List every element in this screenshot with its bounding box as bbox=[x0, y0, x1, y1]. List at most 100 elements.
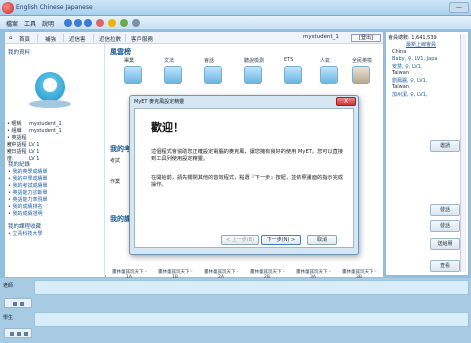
title-bar: English Chinese Japanese — bbox=[0, 0, 471, 16]
buddy-line: Taiwan bbox=[392, 70, 410, 76]
app-window: English Chinese Japanese — 檔案 工具 說明 ⌂ 首頁… bbox=[0, 0, 471, 343]
buddy-line[interactable]: 安慧, ♀, LV1, bbox=[392, 63, 422, 70]
mic-setup-dialog: MyET 麥克風設定精靈 X 歡迎！ 這個程式會協助您正確設定電腦的麥克風，讓您… bbox=[129, 95, 359, 255]
view-button[interactable]: 查看 bbox=[430, 260, 460, 272]
records-title: 我的紀錄 bbox=[8, 162, 31, 168]
test-row: 作業 bbox=[110, 179, 121, 185]
student-controls[interactable] bbox=[4, 328, 32, 338]
bottom-panel: 老師 學生 bbox=[0, 278, 471, 343]
profile-panel: 我的資料 • 暱稱 mystudent_1 • 組織 mystudent_1 • 英… bbox=[5, 44, 105, 277]
category-thumbnail[interactable] bbox=[124, 66, 142, 84]
talk-button[interactable]: 發話 bbox=[430, 204, 460, 216]
teacher-bar bbox=[34, 280, 469, 295]
records-link[interactable]: • 我的成績證明 bbox=[8, 210, 43, 217]
back-icon[interactable] bbox=[64, 19, 72, 27]
play-icon[interactable] bbox=[13, 302, 17, 306]
category-thumbnail[interactable] bbox=[320, 66, 338, 84]
dialog-body: 歡迎！ 這個程式會協助您正確設定電腦的麥克風，讓您擁有良好的使用 MyET。您可… bbox=[134, 108, 354, 248]
play-icon[interactable] bbox=[10, 332, 14, 336]
profile-field: • 暱稱 mystudent_1 bbox=[7, 121, 62, 127]
talk-button[interactable]: 發話 bbox=[430, 220, 460, 232]
teacher-controls[interactable] bbox=[4, 298, 32, 308]
minimize-button[interactable]: — bbox=[449, 2, 469, 13]
profile-field: • 組織 mystudent_1 bbox=[7, 128, 62, 134]
dialog-paragraph: 在開始前，請先關閉其他的音效程式，點選『下一步』按鈕，並依照畫面的指示完成操作。 bbox=[151, 175, 343, 188]
buddy-line[interactable]: 劉鳳麗, ♀, LV1, bbox=[392, 77, 427, 84]
records-link[interactable]: • 我的中學成績單 bbox=[8, 175, 48, 182]
sidebar-scrollbar[interactable] bbox=[460, 34, 466, 272]
home-icon[interactable]: ⌂ bbox=[9, 35, 13, 41]
ranking-title: 風雲榜 bbox=[110, 48, 131, 56]
stop-icon[interactable] bbox=[96, 19, 104, 27]
nav-support[interactable]: 客戶服務 bbox=[131, 35, 153, 43]
dialog-paragraph: 這個程式會協助您正確設定電腦的麥克風，讓您擁有良好的使用 MyET。您可以直接到… bbox=[151, 149, 344, 162]
username-label: mystudent_1 bbox=[303, 34, 339, 40]
favorites-link[interactable]: • 立青科技大學 bbox=[8, 230, 43, 237]
favorites-title: 我的課程收藏 bbox=[8, 224, 42, 230]
back-button[interactable]: < 上一步(B) bbox=[221, 235, 259, 245]
records-link[interactable]: • 我的成績排名 bbox=[8, 203, 43, 210]
next-button[interactable]: 下一步(N) > bbox=[261, 235, 301, 245]
dialog-close-button[interactable]: X bbox=[336, 97, 356, 106]
menu-help[interactable]: 說明 bbox=[42, 19, 54, 28]
nav-separator bbox=[125, 34, 126, 42]
category-label: 人氣 bbox=[320, 58, 331, 64]
record-icon[interactable] bbox=[20, 302, 24, 306]
category-thumbnail[interactable] bbox=[204, 66, 222, 84]
menu-bar: 檔案 工具 說明 bbox=[0, 16, 471, 30]
menu-tools[interactable]: 工具 bbox=[24, 19, 36, 28]
member-count: 會員總數: 1,641,539 bbox=[388, 35, 437, 41]
category-label: 會話 bbox=[204, 58, 215, 64]
nav-stats[interactable]: 近信拉數 bbox=[99, 35, 121, 43]
records-link[interactable]: • 我的考試成績單 bbox=[8, 182, 48, 189]
avatar-base bbox=[29, 100, 71, 108]
category-label: 全民英檢 bbox=[352, 58, 373, 64]
category-thumbnail[interactable] bbox=[352, 66, 370, 84]
forward-icon[interactable] bbox=[74, 19, 82, 27]
profile-title: 我的資料 bbox=[8, 50, 31, 56]
avatar-face-icon bbox=[43, 78, 57, 92]
nav-reinforce[interactable]: 補強 bbox=[45, 35, 56, 43]
category-label: 文法 bbox=[164, 58, 175, 64]
record-icon[interactable] bbox=[17, 332, 21, 336]
test-row: 考試 bbox=[110, 158, 121, 164]
dialog-heading: 歡迎！ bbox=[151, 121, 184, 134]
window-title: English Chinese Japanese bbox=[16, 4, 93, 11]
category-thumbnail[interactable] bbox=[284, 66, 302, 84]
records-link[interactable]: • 英語能力診斷單 bbox=[8, 189, 48, 196]
nav-row: ⌂ 首頁 補強 近信害 近信拉數 客戶服務 mystudent_1 [登出] bbox=[5, 32, 383, 44]
student-label: 學生 bbox=[3, 315, 14, 321]
buddy-line[interactable]: Baby, ♀, LV1, Japa bbox=[392, 56, 437, 62]
app-logo-icon bbox=[2, 2, 14, 14]
teacher-label: 老師 bbox=[3, 283, 14, 289]
favorites-icon[interactable] bbox=[120, 19, 128, 27]
refresh-icon[interactable] bbox=[84, 19, 92, 27]
nav-home[interactable]: 首頁 bbox=[19, 35, 30, 43]
nav-separator bbox=[63, 34, 64, 42]
student-bar bbox=[34, 312, 469, 327]
buddy-line[interactable]: 加州潔, ♀, LV1, bbox=[392, 91, 427, 98]
send-friend-button[interactable]: 送給朋 bbox=[430, 238, 460, 250]
logout-button[interactable]: [登出] bbox=[351, 34, 381, 42]
records-link[interactable]: • 英語能力表現單 bbox=[8, 196, 48, 203]
print-icon[interactable] bbox=[132, 19, 140, 27]
category-thumbnail[interactable] bbox=[244, 66, 262, 84]
invite-button[interactable]: 邀請 bbox=[430, 140, 460, 152]
category-thumbnail[interactable] bbox=[164, 66, 182, 84]
nav-recent[interactable]: 近信害 bbox=[69, 35, 86, 43]
nav-separator bbox=[37, 34, 38, 42]
category-label: ETS bbox=[284, 57, 294, 63]
category-label: 聽說檢測 bbox=[244, 58, 265, 64]
members-sidebar: 會員總數: 1,641,539 最新上線會員 China Baby, ♀, LV… bbox=[385, 31, 469, 276]
buddy-line: Taiwan bbox=[392, 84, 410, 90]
home-icon[interactable] bbox=[108, 19, 116, 27]
dialog-title: MyET 麥克風設定精靈 bbox=[134, 99, 185, 105]
nav-separator bbox=[93, 34, 94, 42]
category-label: 畢業 bbox=[124, 58, 135, 64]
records-link[interactable]: • 我的英學成績單 bbox=[8, 168, 48, 175]
menu-file[interactable]: 檔案 bbox=[6, 19, 18, 28]
online-members-link[interactable]: 最新上線會員 bbox=[406, 41, 436, 48]
cancel-button[interactable]: 取消 bbox=[307, 235, 337, 245]
buddy-line: China bbox=[392, 49, 407, 55]
stop-icon[interactable] bbox=[24, 332, 28, 336]
